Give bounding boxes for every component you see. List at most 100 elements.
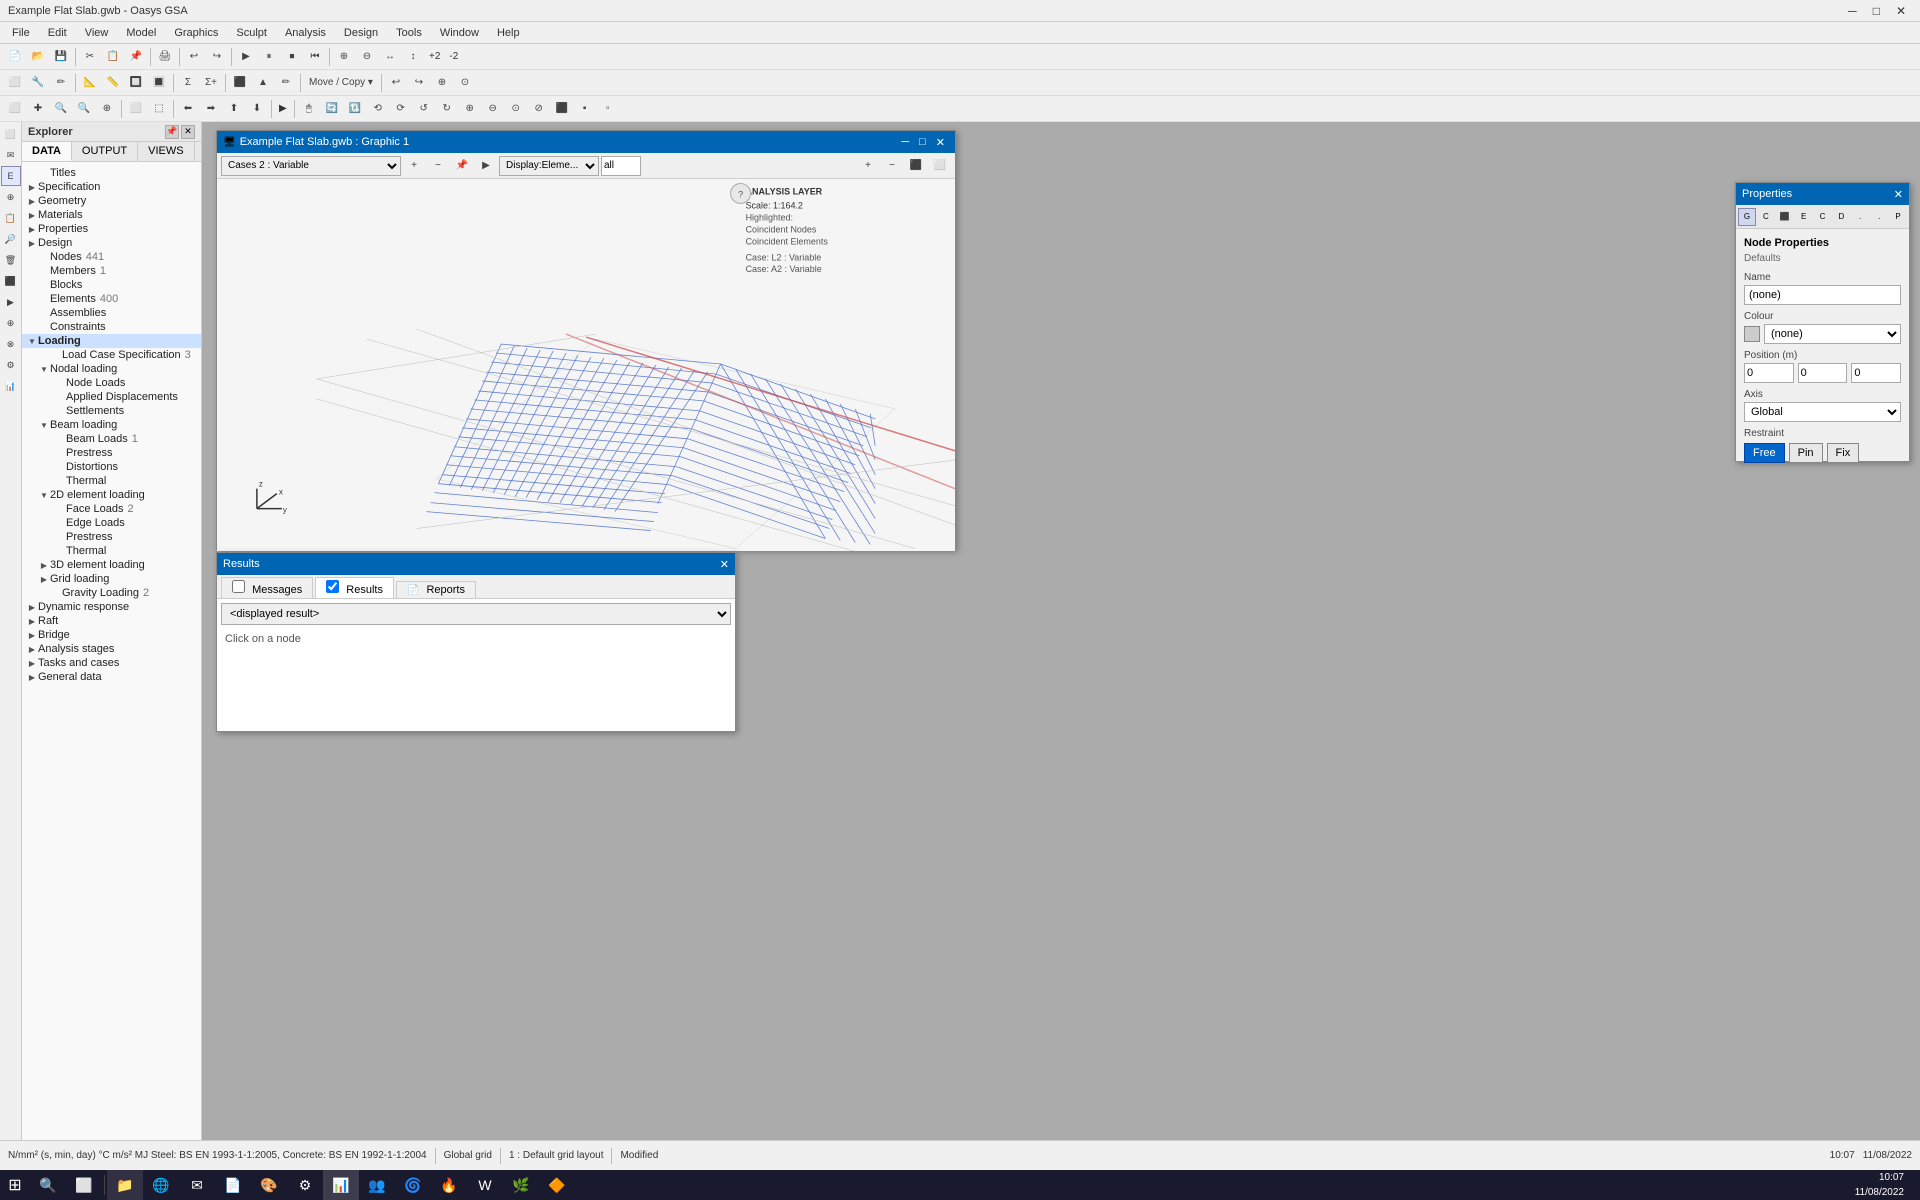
taskbar-app2[interactable]: ⚙ xyxy=(287,1170,323,1200)
results-tab-messages[interactable]: Messages xyxy=(221,577,313,598)
taskbar-app1[interactable]: 🎨 xyxy=(251,1170,287,1200)
tb3-b3[interactable]: 🔍 xyxy=(50,98,72,120)
tree-item-materials[interactable]: ▶ Materials xyxy=(22,208,201,222)
tb3-b16[interactable]: ⟳ xyxy=(390,98,412,120)
tb3-b17[interactable]: ↺ xyxy=(413,98,435,120)
tb3-b10[interactable]: ⬆ xyxy=(223,98,245,120)
tree-item-settlements[interactable]: Settlements xyxy=(22,404,201,418)
gw-tb-b7[interactable]: ⬛ xyxy=(905,155,927,177)
tree-item-analysis-stages[interactable]: ▶ Analysis stages xyxy=(22,642,201,656)
tb2-b8[interactable]: Σ xyxy=(177,72,199,94)
cases-dropdown[interactable]: Cases 2 : Variable xyxy=(221,156,401,176)
display-dropdown[interactable]: Display:Eleme... xyxy=(499,156,599,176)
tb3-b8[interactable]: ⬅ xyxy=(177,98,199,120)
tree-item-properties[interactable]: ▶ Properties xyxy=(22,222,201,236)
minimize-btn[interactable]: ─ xyxy=(1842,4,1863,18)
menu-file[interactable]: File xyxy=(4,25,38,41)
pw-tb-grid-btn[interactable]: G xyxy=(1738,208,1756,226)
tb3-b25[interactable]: ▫ xyxy=(597,98,619,120)
tb2-b5[interactable]: 📏 xyxy=(102,72,124,94)
restraint-fix-btn[interactable]: Fix xyxy=(1827,443,1860,463)
tb1-b2[interactable]: ⏸ xyxy=(258,46,280,68)
pw-tb-b6[interactable]: D xyxy=(1832,208,1850,226)
menu-edit[interactable]: Edit xyxy=(40,25,75,41)
lt-b6[interactable]: 🔎 xyxy=(1,229,21,249)
menu-graphics[interactable]: Graphics xyxy=(166,25,226,41)
taskbar-explorer[interactable]: 📁 xyxy=(107,1170,143,1200)
print-btn[interactable]: 🖨 xyxy=(154,46,176,68)
tb3-b9[interactable]: ➡ xyxy=(200,98,222,120)
redo-btn[interactable]: ↪ xyxy=(206,46,228,68)
tree-item-bridge[interactable]: ▶ Bridge xyxy=(22,628,201,642)
tree-item-geometry[interactable]: ▶ Geometry xyxy=(22,194,201,208)
tree-item-edge-loads[interactable]: Edge Loads xyxy=(22,516,201,530)
properties-colour-select[interactable]: (none) xyxy=(1764,324,1901,344)
menu-sculpt[interactable]: Sculpt xyxy=(228,25,275,41)
all-input[interactable] xyxy=(601,156,641,176)
gw-tb-b5[interactable]: + xyxy=(857,155,879,177)
lt-b5[interactable]: 📋 xyxy=(1,208,21,228)
lt-b7[interactable]: 🗑 xyxy=(1,250,21,270)
taskbar-acrobat[interactable]: 📄 xyxy=(215,1170,251,1200)
tree-item-assemblies[interactable]: Assemblies xyxy=(22,306,201,320)
tb2-b2[interactable]: 🔧 xyxy=(27,72,49,94)
explorer-pin-btn[interactable]: 📌 xyxy=(165,125,179,139)
tree-item-prestress-beam[interactable]: Prestress xyxy=(22,446,201,460)
tree-item-face-loads[interactable]: Face Loads 2 xyxy=(22,502,201,516)
taskbar-word[interactable]: W xyxy=(467,1170,503,1200)
taskbar-app3[interactable]: 🌀 xyxy=(395,1170,431,1200)
tb3-b23[interactable]: ⬛ xyxy=(551,98,573,120)
tree-item-raft[interactable]: ▶ Raft xyxy=(22,614,201,628)
lt-b4[interactable]: ⊕ xyxy=(1,187,21,207)
gw-tb-b4[interactable]: ▶ xyxy=(475,155,497,177)
tb1-b4[interactable]: ⏮ xyxy=(304,46,326,68)
gw-minimize[interactable]: ─ xyxy=(897,136,913,149)
tb2-b4[interactable]: 📐 xyxy=(79,72,101,94)
close-btn[interactable]: ✕ xyxy=(1890,4,1912,18)
tree-item-beam-loading[interactable]: ▼ Beam loading xyxy=(22,418,201,432)
move-copy-btn[interactable]: Move / Copy ▾ xyxy=(304,72,378,94)
lt-b13[interactable]: 📊 xyxy=(1,376,21,396)
taskbar-teams[interactable]: 👥 xyxy=(359,1170,395,1200)
tree-item-3d-element-loading[interactable]: ▶ 3D element loading xyxy=(22,558,201,572)
search-button[interactable]: 🔍 xyxy=(30,1170,66,1200)
lt-b2[interactable]: ✉ xyxy=(1,145,21,165)
tree-item-load-case-spec[interactable]: Load Case Specification 3 xyxy=(22,348,201,362)
tree-item-grid-loading[interactable]: ▶ Grid loading xyxy=(22,572,201,586)
tb2-b15[interactable]: ⊕ xyxy=(431,72,453,94)
tb1-b3[interactable]: ⏹ xyxy=(281,46,303,68)
tb2-b12[interactable]: ✏ xyxy=(275,72,297,94)
explorer-close-btn[interactable]: ✕ xyxy=(181,125,195,139)
pw-tb-b2[interactable]: C xyxy=(1757,208,1775,226)
pw-tb-b4[interactable]: E xyxy=(1795,208,1813,226)
menu-view[interactable]: View xyxy=(77,25,117,41)
properties-name-input[interactable]: (none) xyxy=(1744,285,1901,305)
paste-btn[interactable]: 📌 xyxy=(125,46,147,68)
tb1-b1[interactable]: ▶ xyxy=(235,46,257,68)
gw-maximize[interactable]: □ xyxy=(915,136,930,149)
tree-item-tasks-cases[interactable]: ▶ Tasks and cases xyxy=(22,656,201,670)
tb2-b7[interactable]: 🔳 xyxy=(148,72,170,94)
lt-b11[interactable]: ⊗ xyxy=(1,334,21,354)
tree-item-2d-element-loading[interactable]: ▼ 2D element loading xyxy=(22,488,201,502)
graphic-window-controls[interactable]: ─ □ ✕ xyxy=(897,136,949,149)
gw-close[interactable]: ✕ xyxy=(932,136,949,149)
gw-tb-b2[interactable]: − xyxy=(427,155,449,177)
maximize-btn[interactable]: □ xyxy=(1867,4,1886,18)
properties-axis-select[interactable]: Global xyxy=(1744,402,1901,422)
taskbar-chrome[interactable]: 🔶 xyxy=(539,1170,575,1200)
tb3-b18[interactable]: ↻ xyxy=(436,98,458,120)
undo-btn[interactable]: ↩ xyxy=(183,46,205,68)
tab-data[interactable]: DATA xyxy=(22,142,72,161)
tb2-b6[interactable]: 🔲 xyxy=(125,72,147,94)
tb1-b6[interactable]: ⊖ xyxy=(356,46,378,68)
tb2-b1[interactable]: ⬜ xyxy=(4,72,26,94)
tb1-b7[interactable]: ↔ xyxy=(379,46,401,68)
tb3-b1[interactable]: ⬜ xyxy=(4,98,26,120)
colour-swatch[interactable] xyxy=(1744,326,1760,342)
tb3-b12[interactable]: 🖱 xyxy=(298,98,320,120)
menu-design[interactable]: Design xyxy=(336,25,386,41)
pw-tb-b9[interactable]: P xyxy=(1889,208,1907,226)
lt-b8[interactable]: ⬛ xyxy=(1,271,21,291)
tree-item-nodes[interactable]: Nodes 441 xyxy=(22,250,201,264)
